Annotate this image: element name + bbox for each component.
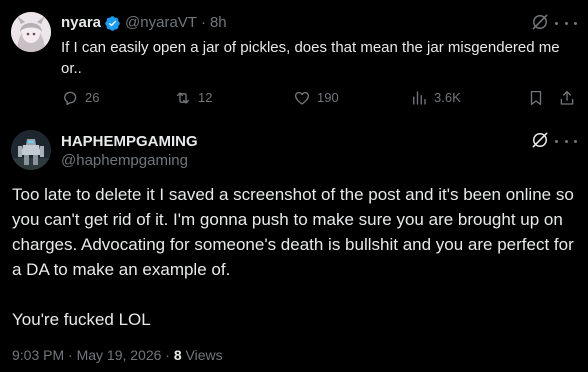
timestamp[interactable]: 8h [210,14,227,32]
action-bar: 26 12 190 3.6K [61,88,576,108]
like-button[interactable]: 190 [293,88,339,108]
tweet-text: Too late to delete it I saved a screensh… [12,182,582,332]
reply-icon [64,91,77,106]
grok-icon[interactable] [530,130,550,150]
tweet-paragraph: Too late to delete it I saved a screensh… [12,185,574,279]
more-icon[interactable] [555,16,577,30]
tweet-text: If I can easily open a jar of pickles, d… [61,39,560,77]
views-label: Views [181,347,223,363]
more-icon[interactable] [555,134,577,148]
tweet-meta: 9:03 PM · May 19, 2026 · 8 Views [12,346,223,364]
like-count: 190 [317,90,339,105]
reply-button[interactable]: 26 [61,88,99,108]
views-count: 8 [173,347,182,363]
separator: · [200,14,206,31]
main-tweet[interactable]: HAPHEMPGAMING @haphempgaming Too late to… [0,120,588,372]
display-name[interactable]: nyara [61,14,101,32]
display-name[interactable]: HAPHEMPGAMING [61,132,198,151]
views-icon [413,91,426,105]
retweet-count: 12 [198,90,213,105]
tweet-paragraph: You're fucked LOL [12,310,151,329]
parent-tweet[interactable]: nyara @nyaraVT · 8h If I can easily open… [0,0,588,120]
retweet-button[interactable]: 12 [174,88,212,108]
reply-count: 26 [85,90,100,105]
views-button[interactable]: 3.6K [410,88,461,108]
handle[interactable]: @haphempgaming [61,151,188,170]
like-icon [294,91,310,105]
share-icon [560,90,574,105]
share-button[interactable] [558,88,582,108]
bookmark-button[interactable] [527,88,551,108]
avatar-haphempgaming[interactable] [11,130,51,170]
verified-badge-icon [105,15,120,31]
avatar-nyara[interactable] [11,12,51,52]
handle[interactable]: @nyaraVT [125,14,197,32]
bookmark-icon [530,90,542,106]
retweet-icon [177,92,189,104]
views-count: 3.6K [434,90,461,105]
tweet-header: nyara @nyaraVT · 8h [61,14,227,32]
grok-icon[interactable] [530,12,550,32]
timestamp[interactable]: 9:03 PM · May 19, 2026 · [12,347,174,363]
